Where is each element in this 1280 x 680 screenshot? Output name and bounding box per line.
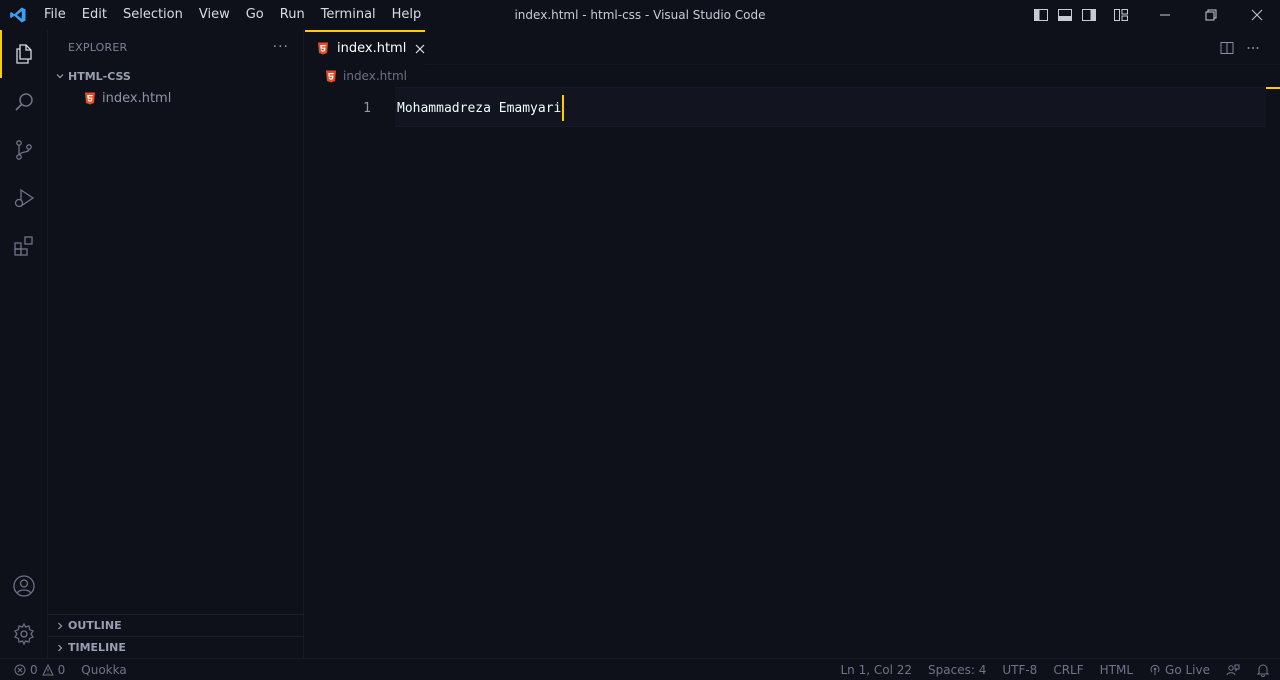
chevron-right-icon <box>52 618 68 634</box>
restore-icon[interactable] <box>1188 0 1234 30</box>
source-control-icon[interactable] <box>0 126 48 174</box>
outline-section[interactable]: OUTLINE <box>48 614 304 636</box>
menu-terminal[interactable]: Terminal <box>313 0 384 30</box>
warning-icon <box>41 663 54 675</box>
indentation[interactable]: Spaces: 4 <box>928 663 986 677</box>
html5-file-icon <box>82 90 98 106</box>
go-live-button[interactable]: Go Live <box>1149 663 1210 677</box>
code-line[interactable]: 1 Mohammadreza Emamyari <box>305 95 1280 121</box>
more-actions-icon[interactable]: ··· <box>273 39 289 55</box>
customize-layout-icon[interactable] <box>1110 0 1132 30</box>
tab-label: index.html <box>337 41 407 56</box>
vscode-logo-icon <box>0 0 36 30</box>
menu-file[interactable]: File <box>36 0 74 30</box>
more-editor-actions-icon[interactable] <box>1240 30 1266 65</box>
problems-indicator[interactable]: 0 0 <box>14 663 65 677</box>
broadcast-icon <box>1150 664 1160 675</box>
quokka-status[interactable]: Quokka <box>81 663 126 677</box>
active-indicator <box>0 30 2 78</box>
error-count: 0 <box>30 662 38 677</box>
menu-edit[interactable]: Edit <box>74 0 115 30</box>
html5-file-icon <box>323 68 339 84</box>
timeline-section[interactable]: TIMELINE <box>48 636 304 658</box>
title-bar: File Edit Selection View Go Run Terminal… <box>0 0 1280 30</box>
status-bar: 0 0 Quokka Ln 1, Col 22 Spaces: 4 UTF-8 … <box>0 658 1280 680</box>
toggle-panel-icon[interactable] <box>1054 0 1076 30</box>
encoding[interactable]: UTF-8 <box>1002 663 1037 677</box>
extensions-icon[interactable] <box>0 222 48 270</box>
close-tab-icon[interactable] <box>414 41 425 57</box>
toggle-primary-sidebar-icon[interactable] <box>1030 0 1052 30</box>
menu-selection[interactable]: Selection <box>115 0 191 30</box>
menu-go[interactable]: Go <box>238 0 272 30</box>
menu-run[interactable]: Run <box>272 0 313 30</box>
breadcrumb[interactable]: index.html <box>305 65 1280 87</box>
folder-header[interactable]: HTML-CSS <box>48 65 303 87</box>
language-mode[interactable]: HTML <box>1100 663 1133 677</box>
line-number: 1 <box>363 100 371 116</box>
file-item-index-html[interactable]: index.html <box>48 87 303 109</box>
explorer-title: EXPLORER <box>68 41 128 54</box>
explorer-sidebar: EXPLORER ··· HTML-CSS index.html OUTLINE… <box>48 30 304 658</box>
files-icon[interactable] <box>0 30 48 78</box>
editor-actions <box>1214 30 1266 65</box>
status-left: 0 0 Quokka <box>0 663 135 677</box>
run-debug-icon[interactable] <box>0 174 48 222</box>
go-live-label: Go Live <box>1165 663 1210 677</box>
account-icon[interactable] <box>0 562 48 610</box>
editor-group: index.html index.html 1 Mohammadreza Ema… <box>305 30 1280 658</box>
scrollbar-cursor-marker <box>1266 87 1280 89</box>
editor-tabs: index.html <box>305 30 1280 65</box>
text-cursor <box>562 95 565 121</box>
menu-bar: File Edit Selection View Go Run Terminal… <box>36 0 429 30</box>
html5-file-icon <box>317 41 329 57</box>
outline-label: OUTLINE <box>68 619 122 632</box>
code-editor[interactable]: 1 Mohammadreza Emamyari <box>305 87 1280 657</box>
status-right: Ln 1, Col 22 Spaces: 4 UTF-8 CRLF HTML G… <box>825 659 1271 680</box>
toggle-secondary-sidebar-icon[interactable] <box>1078 0 1100 30</box>
minimize-icon[interactable] <box>1142 0 1188 30</box>
title-controls <box>1030 0 1280 30</box>
settings-gear-icon[interactable] <box>0 610 48 658</box>
tab-index-html[interactable]: index.html <box>305 30 425 65</box>
line-text: Mohammadreza Emamyari <box>397 100 562 116</box>
search-icon[interactable] <box>0 78 48 126</box>
end-of-line[interactable]: CRLF <box>1053 663 1083 677</box>
close-window-icon[interactable] <box>1234 0 1280 30</box>
notifications-bell-icon[interactable] <box>1256 663 1270 677</box>
chevron-right-icon <box>52 640 68 656</box>
menu-help[interactable]: Help <box>384 0 430 30</box>
error-icon <box>14 664 26 675</box>
feedback-icon[interactable] <box>1226 663 1240 677</box>
folder-name: HTML-CSS <box>68 69 131 83</box>
breadcrumb-file: index.html <box>343 69 407 83</box>
file-name: index.html <box>102 90 172 106</box>
chevron-down-icon <box>52 68 68 84</box>
warning-count: 0 <box>57 662 66 677</box>
menu-view[interactable]: View <box>191 0 238 30</box>
split-editor-icon[interactable] <box>1214 30 1240 65</box>
activity-bar <box>0 30 48 658</box>
cursor-position[interactable]: Ln 1, Col 22 <box>841 663 913 677</box>
timeline-label: TIMELINE <box>68 641 126 654</box>
